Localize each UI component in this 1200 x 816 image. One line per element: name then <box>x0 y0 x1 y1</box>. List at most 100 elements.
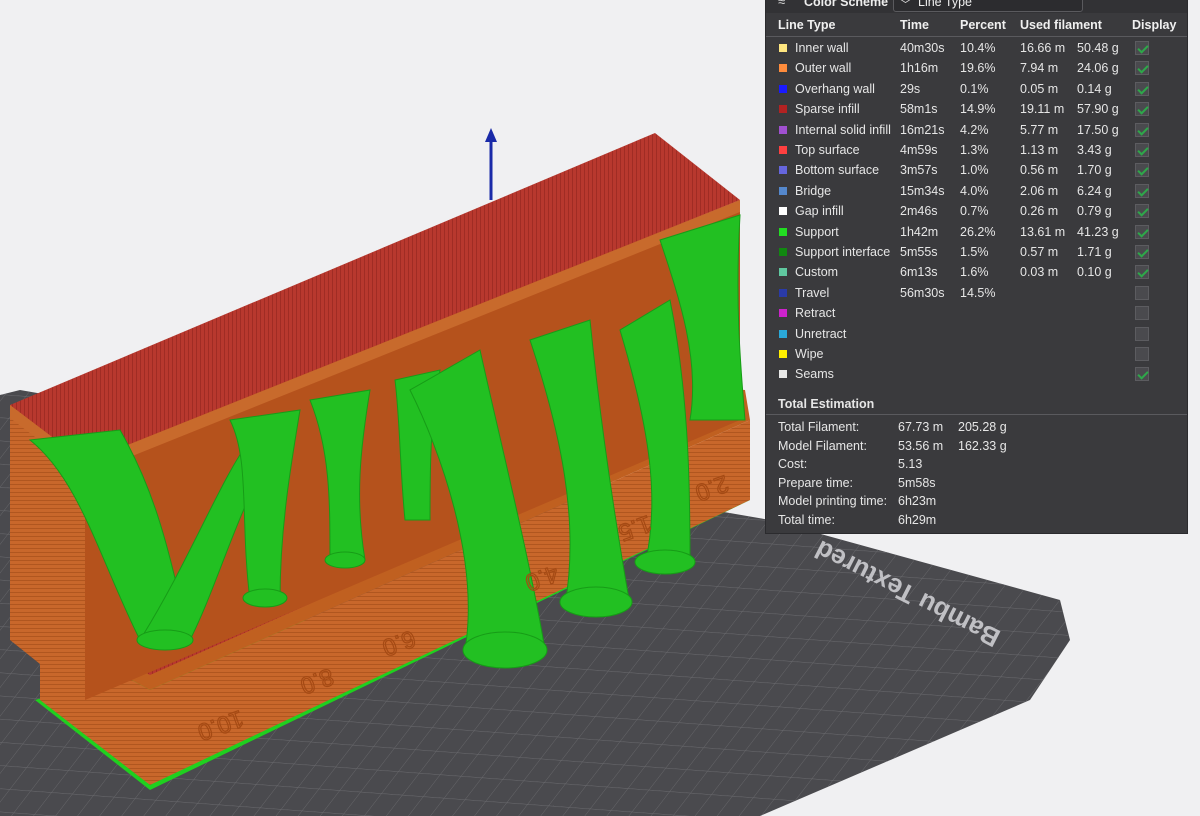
total-estimation-title: Total Estimation <box>778 397 875 411</box>
header-time: Time <box>900 18 929 32</box>
display-checkbox[interactable] <box>1135 183 1149 198</box>
line-type-row: Support 1h42m 26.2% 13.61 m 41.23 g <box>766 222 1187 242</box>
line-type-name: Unretract <box>795 326 847 341</box>
line-type-name: Custom <box>795 265 839 280</box>
total-value: 5m58s <box>898 475 936 490</box>
line-type-name: Inner wall <box>795 41 849 55</box>
color-swatch <box>779 207 787 216</box>
color-swatch <box>779 44 787 52</box>
line-type-percent: 1.6% <box>960 265 989 280</box>
line-type-time: 58m1s <box>900 102 938 117</box>
display-checkbox[interactable] <box>1135 347 1149 361</box>
used-length: 0.26 m <box>1020 204 1059 219</box>
total-row: Cost: 5.13 <box>766 455 1187 473</box>
header-percent: Percent <box>960 18 1006 32</box>
display-checkbox[interactable] <box>1135 143 1149 157</box>
line-type-percent: 1.0% <box>960 163 989 178</box>
used-weight: 1.70 g <box>1077 163 1112 178</box>
color-scheme-dropdown[interactable]: ﹀ Line Type <box>893 0 1083 12</box>
display-checkbox[interactable] <box>1135 367 1149 382</box>
header-line-type: Line Type <box>778 18 836 32</box>
line-type-name: Retract <box>795 306 836 321</box>
display-checkbox[interactable] <box>1135 81 1149 96</box>
display-checkbox[interactable] <box>1135 61 1149 76</box>
used-weight: 0.10 g <box>1077 265 1112 280</box>
used-length: 7.94 m <box>1020 61 1059 76</box>
used-length: 0.56 m <box>1020 163 1059 178</box>
display-checkbox[interactable] <box>1135 326 1149 341</box>
color-swatch <box>779 125 787 134</box>
total-value: 67.73 m <box>898 420 944 434</box>
color-swatch <box>779 64 787 73</box>
line-type-name: Wipe <box>795 347 824 361</box>
total-label: Total Filament: <box>778 420 860 434</box>
line-type-name: Bottom surface <box>795 163 880 178</box>
divider <box>766 36 1187 37</box>
used-length: 0.03 m <box>1020 265 1059 280</box>
used-length: 5.77 m <box>1020 122 1059 137</box>
line-type-row: Wipe <box>766 344 1187 364</box>
color-swatch <box>779 146 787 154</box>
display-checkbox[interactable] <box>1135 224 1149 239</box>
display-checkbox[interactable] <box>1135 265 1149 280</box>
line-type-time: 29s <box>900 81 921 96</box>
line-type-time: 56m30s <box>900 285 945 300</box>
used-weight: 6.24 g <box>1077 183 1112 198</box>
total-label: Total time: <box>778 513 835 527</box>
display-checkbox[interactable] <box>1135 306 1149 321</box>
used-weight: 24.06 g <box>1077 61 1119 76</box>
color-swatch <box>779 309 787 318</box>
total-row: Prepare time: 5m58s <box>766 474 1187 492</box>
color-swatch <box>779 329 787 338</box>
line-type-row: Top surface 4m59s 1.3% 1.13 m 3.43 g <box>766 140 1187 160</box>
line-type-percent: 4.2% <box>960 122 989 137</box>
line-type-row: Retract <box>766 303 1187 323</box>
line-type-percent: 0.7% <box>960 204 989 219</box>
line-type-percent: 14.9% <box>960 102 996 117</box>
total-extra: 205.28 g <box>958 420 1007 434</box>
line-type-percent: 14.5% <box>960 285 996 300</box>
line-type-row: Unretract <box>766 324 1187 344</box>
total-value: 5.13 <box>898 457 923 472</box>
display-checkbox[interactable] <box>1135 285 1149 300</box>
used-weight: 57.90 g <box>1077 102 1119 117</box>
color-swatch <box>779 288 787 297</box>
color-swatch <box>779 227 787 236</box>
line-type-row: Sparse infill 58m1s 14.9% 19.11 m 57.90 g <box>766 99 1187 119</box>
used-weight: 3.43 g <box>1077 143 1112 157</box>
display-checkbox[interactable] <box>1135 41 1149 55</box>
line-type-name: Travel <box>795 285 830 300</box>
used-length: 16.66 m <box>1020 41 1066 55</box>
color-scheme-value: Line Type <box>918 0 972 9</box>
line-type-name: Outer wall <box>795 61 852 76</box>
display-checkbox[interactable] <box>1135 204 1149 219</box>
line-type-row: Bottom surface 3m57s 1.0% 0.56 m 1.70 g <box>766 160 1187 180</box>
line-type-percent: 10.4% <box>960 41 996 55</box>
line-type-time: 15m34s <box>900 183 945 198</box>
used-weight: 41.23 g <box>1077 224 1119 239</box>
line-type-row: Overhang wall 29s 0.1% 0.05 m 0.14 g <box>766 79 1187 99</box>
line-type-row: Outer wall 1h16m 19.6% 7.94 m 24.06 g <box>766 58 1187 78</box>
display-checkbox[interactable] <box>1135 122 1149 137</box>
line-type-row: Gap infill 2m46s 0.7% 0.26 m 0.79 g <box>766 201 1187 221</box>
line-type-name: Bridge <box>795 183 832 198</box>
display-checkbox[interactable] <box>1135 163 1149 178</box>
line-type-row: Custom 6m13s 1.6% 0.03 m 0.10 g <box>766 262 1187 282</box>
collapse-icon[interactable]: ≈ <box>778 0 785 9</box>
chevron-down-icon: ﹀ <box>900 0 911 11</box>
display-checkbox[interactable] <box>1135 102 1149 117</box>
line-type-time: 1h16m <box>900 61 939 76</box>
total-label: Cost: <box>778 457 808 472</box>
line-type-time: 1h42m <box>900 224 939 239</box>
line-type-row: Bridge 15m34s 4.0% 2.06 m 6.24 g <box>766 181 1187 201</box>
line-type-name: Overhang wall <box>795 81 875 96</box>
total-label: Prepare time: <box>778 475 854 490</box>
total-value: 53.56 m <box>898 438 944 453</box>
line-type-time: 3m57s <box>900 163 938 178</box>
used-weight: 50.48 g <box>1077 41 1119 55</box>
line-type-time: 40m30s <box>900 41 945 55</box>
display-checkbox[interactable] <box>1135 245 1149 259</box>
line-type-name: Sparse infill <box>795 102 860 117</box>
used-weight: 0.79 g <box>1077 204 1112 219</box>
line-type-name: Internal solid infill <box>795 122 891 137</box>
